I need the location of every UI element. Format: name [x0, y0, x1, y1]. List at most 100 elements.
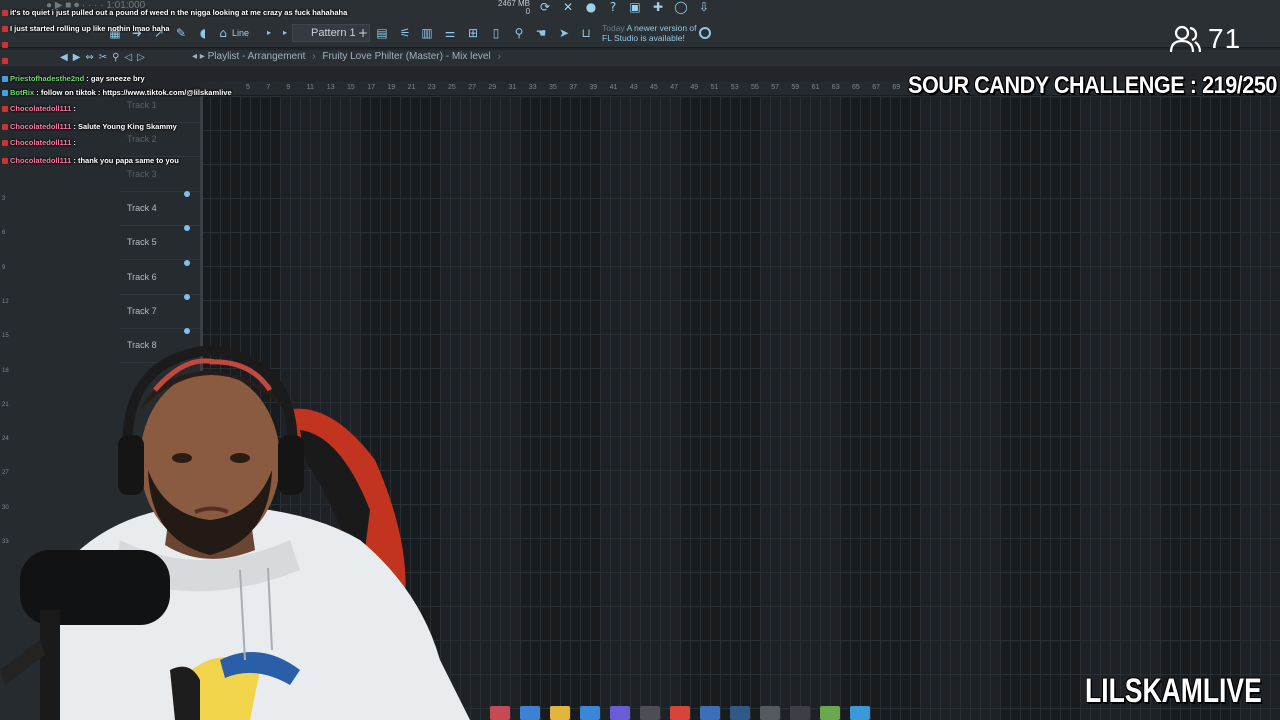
- ruler-mark: 33: [528, 84, 537, 91]
- breadcrumb-target[interactable]: Fruity Love Philter (Master) - Mix level: [322, 51, 490, 62]
- chat-username[interactable]: BotRix: [10, 88, 36, 97]
- steam-icon[interactable]: [730, 706, 750, 720]
- file-icon[interactable]: ▯: [489, 26, 503, 40]
- notepad-icon[interactable]: [850, 706, 870, 720]
- track-label[interactable]: Track 7: [127, 306, 157, 316]
- sliders-icon[interactable]: ⚌: [443, 26, 457, 40]
- piano-roll-icon[interactable]: ▥: [420, 26, 434, 40]
- app-icon[interactable]: [490, 706, 510, 720]
- obs-icon[interactable]: [700, 706, 720, 720]
- ruler-mark: 43: [629, 84, 638, 91]
- globe-icon[interactable]: [699, 27, 711, 39]
- breadcrumb: ◂ ▸ Playlist - Arrangement › Fruity Love…: [192, 51, 505, 62]
- track-mute-dot[interactable]: [184, 225, 190, 232]
- track-mute-dot[interactable]: [184, 259, 190, 266]
- ruler-mark: 49: [690, 84, 699, 91]
- 4k-icon[interactable]: [790, 706, 810, 720]
- hand-icon[interactable]: ☚: [534, 26, 548, 40]
- arrow-icon[interactable]: ➤: [557, 26, 571, 40]
- track-label[interactable]: Track 2: [127, 134, 157, 144]
- chat-message: Chocolatedoll111 : thank you papa same t…: [2, 156, 179, 165]
- taskbar: [490, 706, 870, 720]
- ruler-mark: 27: [468, 84, 476, 91]
- fl-studio-icon[interactable]: [640, 706, 660, 720]
- track-mute-dot[interactable]: [184, 293, 190, 300]
- chat-badge-icon: [2, 106, 8, 113]
- chat-text: : thank you papa same to you: [73, 156, 179, 165]
- chat-badge-icon: [2, 76, 8, 83]
- ruler-mark: 55: [751, 84, 759, 91]
- track-label[interactable]: Track 6: [127, 272, 157, 282]
- snap-mode-label[interactable]: Line: [232, 28, 249, 38]
- ruler-mark: 35: [549, 84, 557, 91]
- x-icon[interactable]: ✕: [561, 0, 575, 14]
- chat-badge-icon: [2, 26, 8, 33]
- browser-icon[interactable]: ⊞: [466, 26, 480, 40]
- row-number: 6: [2, 230, 6, 237]
- chat-badge-icon: [2, 90, 8, 97]
- ruler-mark: 13: [326, 84, 335, 91]
- chat-username[interactable]: Chocolatedoll111: [10, 138, 73, 147]
- chat-username[interactable]: Priestofhadesthe2nd: [10, 74, 86, 83]
- track-label[interactable]: Track 4: [127, 203, 157, 213]
- breadcrumb-sep-icon: ◂ ▸: [192, 51, 208, 62]
- ruler-mark: 61: [811, 84, 820, 91]
- track-label[interactable]: Track 5: [127, 237, 157, 247]
- pattern-next-icon[interactable]: ▸: [278, 26, 292, 40]
- viewer-count-badge: 71: [1168, 22, 1241, 56]
- cart-icon[interactable]: ⊔: [579, 26, 593, 40]
- add-pattern-button[interactable]: +: [356, 26, 370, 40]
- chat-badge-icon: [2, 140, 8, 147]
- breadcrumb-separator: ›: [497, 51, 501, 62]
- discord-icon[interactable]: [610, 706, 630, 720]
- row-number: 9: [2, 264, 6, 271]
- channel-name: LILSKAMLIVE: [1085, 672, 1262, 710]
- help-icon[interactable]: ?: [606, 0, 620, 14]
- mic-icon[interactable]: ●: [584, 0, 598, 14]
- chat-message: Priestofhadesthe2nd : gay sneeze bry: [2, 74, 145, 83]
- ruler-mark: 15: [347, 84, 355, 91]
- chat-icon[interactable]: ◯: [674, 0, 688, 14]
- snap-icon[interactable]: ⌂: [216, 26, 230, 40]
- plugin-icon[interactable]: ✚: [651, 0, 665, 14]
- track-label[interactable]: Track 3: [127, 169, 157, 179]
- chat-username[interactable]: Chocolatedoll111: [10, 156, 73, 165]
- chat-badge-icon: [2, 158, 8, 165]
- mixer-icon[interactable]: ▤: [375, 26, 389, 40]
- breadcrumb-playlist[interactable]: Playlist - Arrangement: [208, 51, 306, 62]
- minecraft-icon[interactable]: [820, 706, 840, 720]
- breadcrumb-separator: ›: [312, 51, 316, 62]
- folder-icon[interactable]: [550, 706, 570, 720]
- playlist-tools[interactable]: ◀▶⇔✂⚲◁▷: [60, 52, 150, 63]
- app-icon[interactable]: [760, 706, 780, 720]
- pattern-label: Pattern 1: [311, 27, 356, 39]
- brave-icon[interactable]: [670, 706, 690, 720]
- plug-icon[interactable]: ⚲: [512, 26, 526, 40]
- track-mute-dot[interactable]: [184, 328, 190, 335]
- chat-username[interactable]: Chocolatedoll111: [10, 122, 73, 131]
- row-number: 3: [2, 196, 6, 202]
- track-mute-dot[interactable]: [184, 190, 190, 197]
- ruler-mark: 11: [306, 84, 314, 91]
- download-icon[interactable]: ⇩: [697, 0, 711, 14]
- magnet-icon[interactable]: ◖: [196, 26, 210, 40]
- update-notice[interactable]: Today A newer version of FL Studio is av…: [602, 23, 697, 43]
- chat-username[interactable]: Chocolatedoll111: [10, 104, 73, 113]
- ruler-mark: 9: [286, 84, 291, 91]
- chat-message: Chocolatedoll111 :: [2, 138, 76, 147]
- snap-left-icon[interactable]: ▸: [262, 26, 276, 40]
- edge-icon[interactable]: [520, 706, 540, 720]
- track-label[interactable]: Track 1: [127, 100, 157, 110]
- pencil-icon[interactable]: ✎: [174, 26, 188, 40]
- cpu-memory-readout: 2467 MB 0: [498, 0, 530, 16]
- store-icon[interactable]: [580, 706, 600, 720]
- chat-text: :: [73, 138, 76, 147]
- chat-text: : follow on tiktok : https://www.tiktok.…: [36, 88, 232, 97]
- refresh-icon[interactable]: ⟳: [538, 0, 552, 14]
- chat-badge-icon: [2, 10, 8, 17]
- ruler-mark: 59: [791, 84, 800, 91]
- chat-message: Chocolatedoll111 :: [2, 104, 76, 113]
- ruler-mark: 37: [569, 84, 577, 91]
- save-icon[interactable]: ▣: [628, 0, 642, 14]
- channel-rack-icon[interactable]: ⚟: [398, 26, 412, 40]
